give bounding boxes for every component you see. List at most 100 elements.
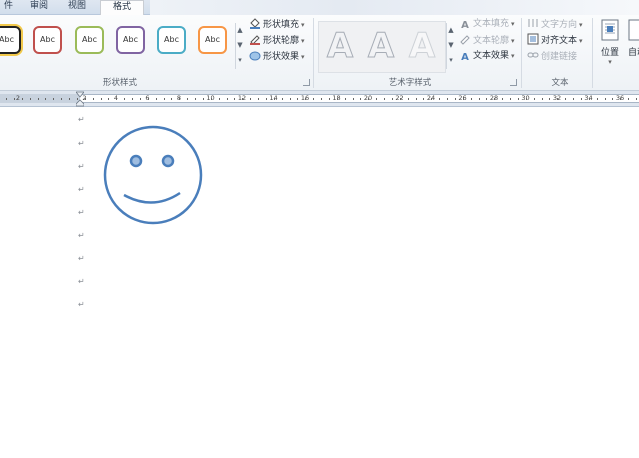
tab-view[interactable]: 视图 [64,0,90,15]
shape-style-black[interactable]: Abc [0,26,21,54]
tabbar-background [150,0,639,15]
ruler-tick [510,98,511,100]
paragraph-mark: ↵ [78,162,85,171]
ribbon-tab-bar: 件 审阅 视图 格式 [0,0,639,16]
dropdown-arrow-icon: ▾ [511,20,515,28]
text-outline-button[interactable]: 文本轮廓 ▾ [459,33,515,48]
ruler-tick [328,98,330,100]
align-text-label: 对齐文本 [541,36,578,46]
wrap-text-button[interactable]: 自动 [627,19,639,75]
text-outline-label: 文本轮廓 [473,36,510,46]
shape-gallery-scrollbar: ▲ ▼ ▾ [235,23,244,69]
ruler-tick [636,98,637,100]
ruler-tick [289,98,291,100]
indent-marker-icon[interactable] [76,91,84,107]
ruler-tick [69,98,70,100]
text-group-label: 文本 [551,78,569,88]
ruler-tick [533,98,535,100]
ruler-tick [352,98,354,100]
tab-file[interactable]: 件 [0,0,17,15]
dropdown-arrow-icon: ▾ [608,58,612,66]
group-divider [521,18,522,88]
ruler-tick [415,98,417,100]
ruler-tick [171,98,173,100]
ruler-tick [447,98,448,100]
wrap-text-icon [628,19,639,41]
ruler-tick [116,98,118,100]
ruler-tick [242,98,244,100]
ruler-tick [163,98,165,100]
ruler-tick [336,98,338,100]
shape-style-purple[interactable]: Abc [116,26,145,54]
align-text-button[interactable]: 对齐文本 ▾ [527,33,583,48]
shape-outline-label: 形状轮廓 [263,36,300,46]
shape-styles-launcher-icon[interactable] [303,79,310,86]
position-label: 位置 [600,48,619,58]
ruler-tick [258,98,259,100]
group-divider [313,18,314,88]
text-fill-button[interactable]: A 文本填充 ▾ [459,17,515,32]
ruler-tick [486,98,488,100]
wordart-style-1[interactable]: A [321,24,359,68]
scroll-down-icon[interactable]: ▼ [236,38,244,53]
wordart-style-3[interactable]: A [403,24,441,68]
ruler-tick [37,98,39,100]
document-page[interactable]: ↵ ↵ ↵ ↵ ↵ ↵ ↵ ↵ ↵ [0,107,639,458]
ruler-tick [494,98,496,100]
position-button[interactable]: 位置 ▾ [597,19,623,75]
ruler-tick [29,98,31,100]
ruler-tick [250,98,252,100]
ruler-tick [549,98,551,100]
group-divider [592,18,593,88]
ruler-tick [360,98,362,100]
ruler-tick [596,98,598,100]
paragraph-mark: ↵ [78,115,85,124]
paint-bucket-icon [249,17,261,29]
shape-style-green[interactable]: Abc [75,26,104,54]
shape-style-red[interactable]: Abc [33,26,62,54]
paragraph-mark: ↵ [78,231,85,240]
ruler-tick [21,98,23,100]
gallery-more-icon[interactable]: ▾ [236,53,244,68]
text-direction-label: 文字方向 [541,20,578,30]
ribbon: Abc Abc Abc Abc Abc Abc ▲ ▼ ▾ 形状填充 ▾ 形状轮廓… [0,15,639,91]
shape-fill-button[interactable]: 形状填充 ▾ [249,17,305,32]
ruler-tick [218,98,220,100]
ruler-tick [588,98,590,100]
text-effects-label: 文本效果 [473,51,510,61]
ruler-track [0,94,639,103]
wordart-style-2[interactable]: A [362,24,400,68]
wrap-text-label: 自动 [627,48,639,58]
text-fill-label: 文本填充 [473,19,510,29]
dropdown-arrow-icon: ▾ [301,37,305,45]
ruler-tick [100,98,102,100]
ruler-tick [399,98,401,100]
text-outline-icon [459,33,471,45]
text-direction-button[interactable]: 文字方向 ▾ [527,17,583,32]
ruler-tick [462,98,464,100]
tab-review[interactable]: 审阅 [26,0,52,15]
horizontal-ruler[interactable]: 224681012141618202224262830323436 [0,91,639,107]
tab-format[interactable]: 格式 [100,0,144,16]
ruler-tick [384,98,385,100]
shape-style-aqua[interactable]: Abc [157,26,186,54]
paragraph-mark: ↵ [78,254,85,263]
shape-effects-button[interactable]: 形状效果 ▾ [249,49,305,64]
create-link-button[interactable]: 创建链接 [527,49,577,64]
ruler-tick [628,98,630,100]
ruler-tick [45,98,47,100]
scroll-up-icon[interactable]: ▲ [447,23,455,38]
ruler-tick [265,98,267,100]
wordart-styles-launcher-icon[interactable] [510,79,517,86]
smiley-face-shape[interactable] [98,125,208,225]
scroll-down-icon[interactable]: ▼ [447,38,455,53]
ruler-tick [53,98,55,100]
text-effects-button[interactable]: A 文本效果 ▾ [459,49,514,64]
shape-outline-button[interactable]: 形状轮廓 ▾ [249,33,305,48]
ruler-tick [210,98,212,100]
scroll-up-icon[interactable]: ▲ [236,23,244,38]
shape-style-orange[interactable]: Abc [198,26,227,54]
dropdown-arrow-icon: ▾ [579,37,583,45]
gallery-more-icon[interactable]: ▾ [447,53,455,68]
ruler-tick [407,98,409,100]
